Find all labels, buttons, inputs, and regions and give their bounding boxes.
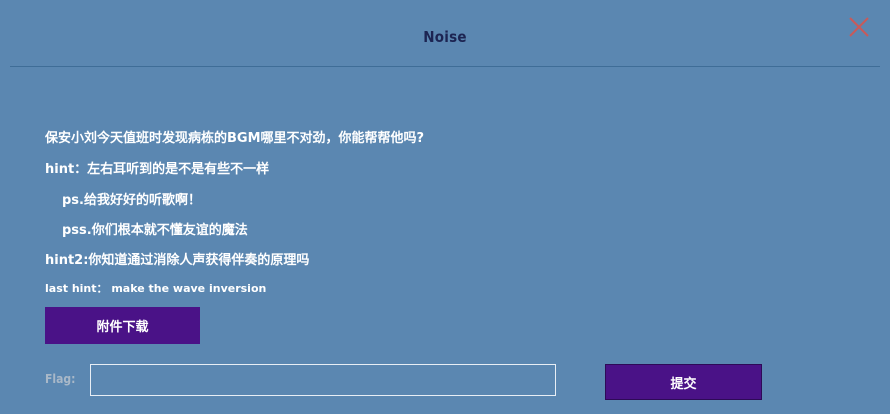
challenge-description: 保安小刘今天值班时发现病栋的BGM哪里不对劲，你能帮帮他吗?	[45, 131, 425, 146]
hint-pss: pss.你们根本就不懂友谊的魔法	[62, 223, 248, 238]
header-divider	[10, 66, 880, 67]
flag-input[interactable]	[90, 364, 556, 396]
last-hint: last hint： make the wave inversion	[45, 282, 267, 295]
close-icon	[849, 17, 869, 37]
close-button[interactable]	[848, 16, 870, 38]
flag-label: Flag:	[45, 372, 76, 386]
hint-1: hint：左右耳听到的是不是有些不一样	[45, 162, 270, 177]
challenge-dialog: Noise 保安小刘今天值班时发现病栋的BGM哪里不对劲，你能帮帮他吗? hin…	[0, 0, 890, 414]
dialog-title: Noise	[423, 28, 467, 46]
download-attachment-button[interactable]: 附件下载	[45, 307, 200, 344]
hint-2: hint2:你知道通过消除人声获得伴奏的原理吗	[45, 253, 310, 268]
submit-button[interactable]: 提交	[605, 364, 762, 400]
hint-ps: ps.给我好好的听歌啊！	[62, 193, 201, 208]
